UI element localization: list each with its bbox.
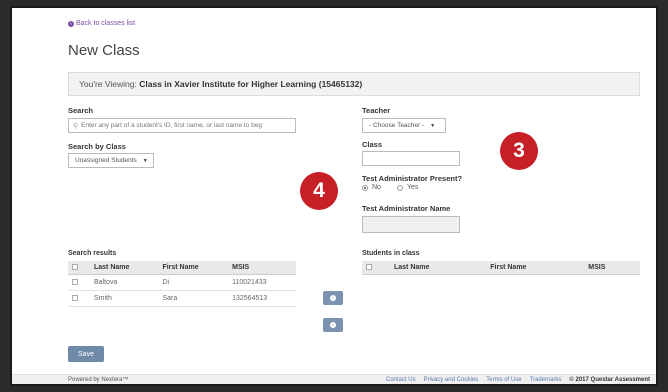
- footer-link-terms[interactable]: Terms of Use: [486, 377, 521, 383]
- table-row[interactable]: Baltova Di 110021433: [68, 274, 296, 291]
- arrow-right-icon: ›: [330, 295, 336, 301]
- search-label: Search: [68, 106, 94, 115]
- search-placeholder: Enter any part of a student's ID, first …: [81, 122, 262, 129]
- chevron-down-icon: ▼: [142, 157, 148, 164]
- col-last-name: Last Name: [390, 261, 487, 275]
- back-link-label: Back to classes list: [76, 20, 136, 27]
- test-admin-name-label: Test Administrator Name: [362, 204, 451, 213]
- radio-yes[interactable]: [396, 184, 403, 191]
- cell-last-name: Smith: [90, 290, 159, 307]
- app-window: ‹ Back to classes list New Class You're …: [10, 6, 658, 386]
- viewing-value: Class in Xavier Institute for Higher Lea…: [139, 79, 363, 89]
- footer-links: Contact Us Privacy and Cookies Terms of …: [386, 377, 650, 383]
- step-badge-4: 4: [300, 172, 338, 210]
- select-all-checkbox[interactable]: [72, 264, 78, 271]
- search-results-title: Search results: [68, 250, 117, 257]
- test-admin-name-input[interactable]: [362, 216, 460, 233]
- save-button[interactable]: Save: [68, 346, 104, 362]
- viewing-prefix: You're Viewing:: [79, 79, 137, 89]
- select-all-checkbox[interactable]: [366, 264, 372, 271]
- cell-msis: 132564513: [228, 290, 296, 307]
- footer-link-trademarks[interactable]: Trademarks: [530, 377, 562, 383]
- cell-first-name: Sara: [158, 290, 229, 307]
- footer: Powered by Nextera™ Contact Us Privacy a…: [12, 374, 656, 384]
- class-input[interactable]: [362, 151, 460, 166]
- search-by-class-label: Search by Class: [68, 142, 126, 151]
- back-link[interactable]: ‹ Back to classes list: [68, 20, 135, 27]
- students-in-class-title: Students in class: [362, 250, 420, 257]
- copyright: © 2017 Questar Assessment: [569, 377, 650, 383]
- row-checkbox[interactable]: [72, 279, 78, 286]
- col-first-name: First Name: [486, 261, 585, 275]
- search-by-class-select[interactable]: Unassigned Students ▼: [68, 153, 154, 168]
- step-badge-3: 3: [500, 132, 538, 170]
- radio-yes-label: Yes: [406, 184, 419, 191]
- col-msis: MSIS: [584, 261, 640, 275]
- viewing-banner: You're Viewing: Class in Xavier Institut…: [68, 72, 640, 96]
- table-row[interactable]: Smith Sara 132564513: [68, 290, 296, 307]
- class-label: Class: [362, 140, 383, 149]
- page-title: New Class: [68, 42, 140, 59]
- cell-msis: 110021433: [228, 274, 296, 291]
- col-first-name: First Name: [158, 261, 229, 275]
- search-by-class-value: Unassigned Students: [75, 157, 137, 164]
- row-checkbox[interactable]: [72, 295, 78, 302]
- remove-from-class-button[interactable]: ‹: [323, 318, 343, 332]
- col-last-name: Last Name: [90, 261, 159, 275]
- col-msis: MSIS: [228, 261, 296, 275]
- footer-link-contact[interactable]: Contact Us: [386, 377, 416, 383]
- search-input[interactable]: ⚲ Enter any part of a student's ID, firs…: [68, 118, 296, 133]
- teacher-label: Teacher: [362, 106, 391, 115]
- teacher-value: - Choose Teacher -: [369, 122, 425, 129]
- powered-by: Powered by Nextera™: [68, 377, 129, 383]
- chevron-down-icon: ▼: [430, 122, 436, 129]
- table-header-row: Last Name First Name MSIS: [68, 261, 296, 275]
- test-admin-radio-group: No Yes: [362, 184, 418, 191]
- radio-no-label: No: [372, 184, 381, 191]
- arrow-left-icon: ‹: [330, 322, 336, 328]
- table-header-row: Last Name First Name MSIS: [362, 261, 640, 275]
- test-admin-present-label: Test Administrator Present?: [362, 174, 463, 183]
- cell-first-name: Di: [158, 274, 229, 291]
- search-icon: ⚲: [73, 122, 79, 130]
- students-in-class-table: Last Name First Name MSIS: [362, 261, 640, 275]
- footer-link-privacy[interactable]: Privacy and Cookies: [424, 377, 479, 383]
- cell-last-name: Baltova: [90, 274, 159, 291]
- teacher-select[interactable]: - Choose Teacher - ▼: [362, 118, 446, 133]
- search-results-table: Last Name First Name MSIS Baltova Di 110…: [68, 261, 296, 307]
- add-to-class-button[interactable]: ›: [323, 291, 343, 305]
- back-arrow-icon: ‹: [68, 20, 74, 27]
- radio-no[interactable]: [362, 184, 368, 191]
